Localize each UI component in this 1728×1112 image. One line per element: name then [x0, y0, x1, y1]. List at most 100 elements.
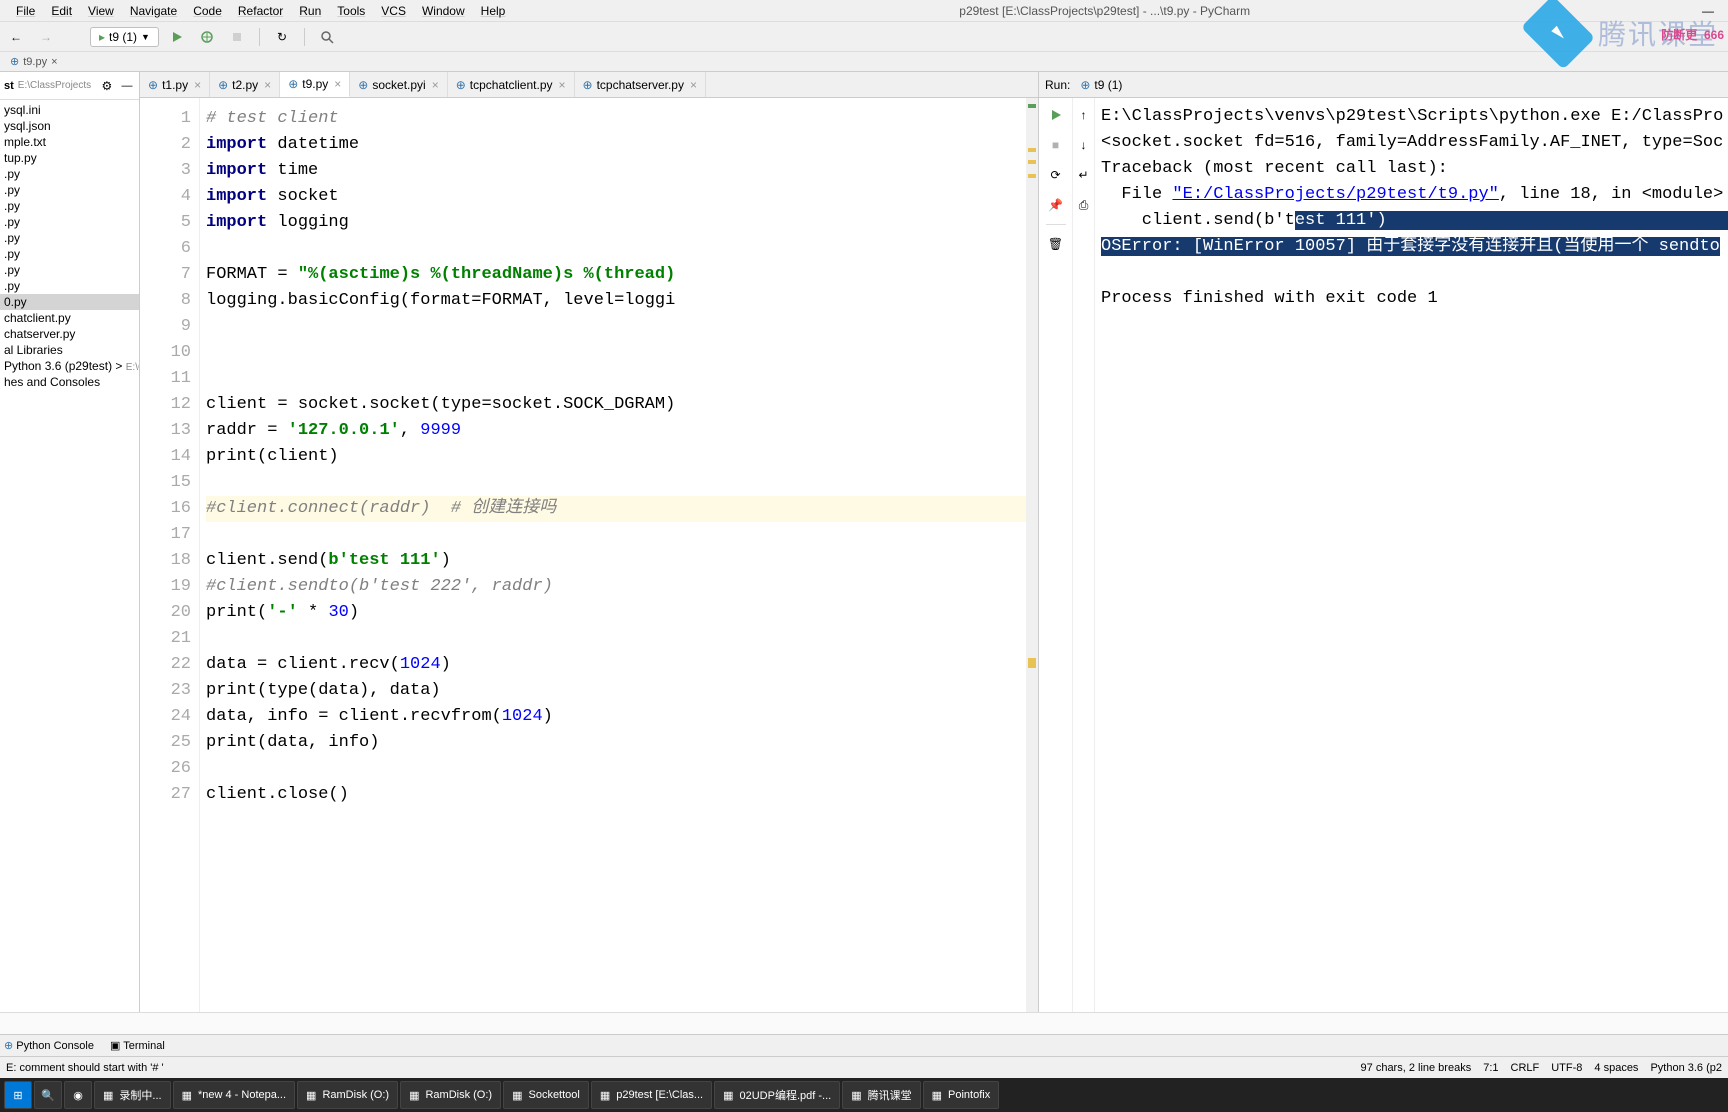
- menu-refactor[interactable]: Refactor: [230, 2, 291, 20]
- project-header: st E:\ClassProjects\p29test ⚙ —: [0, 72, 139, 100]
- editor-tab[interactable]: ⊕tcpchatserver.py×: [575, 72, 706, 97]
- marker-warn[interactable]: [1028, 658, 1036, 668]
- close-icon[interactable]: ×: [51, 56, 57, 68]
- tree-item[interactable]: hes and Consoles: [0, 374, 139, 390]
- print-icon[interactable]: ⎙: [1072, 194, 1096, 216]
- main-area: st E:\ClassProjects\p29test ⚙ — ysql.ini…: [0, 72, 1728, 1012]
- close-icon[interactable]: ×: [432, 78, 439, 92]
- menu-view[interactable]: View: [80, 2, 122, 20]
- tree-item[interactable]: mple.txt: [0, 134, 139, 150]
- down-icon[interactable]: ↓: [1072, 134, 1096, 156]
- close-icon[interactable]: ×: [559, 78, 566, 92]
- stop-icon[interactable]: ■: [1044, 134, 1068, 156]
- menu-edit[interactable]: Edit: [43, 2, 80, 20]
- tree-item[interactable]: .py: [0, 278, 139, 294]
- marker-warn[interactable]: [1028, 160, 1036, 164]
- rerun-icon[interactable]: [1044, 104, 1068, 126]
- project-panel: st E:\ClassProjects\p29test ⚙ — ysql.ini…: [0, 72, 140, 1012]
- tree-item[interactable]: .py: [0, 166, 139, 182]
- menu-help[interactable]: Help: [473, 2, 514, 20]
- editor-tab[interactable]: ⊕socket.pyi×: [350, 72, 447, 97]
- run-config-selector[interactable]: ▸ t9 (1) ▼: [90, 27, 159, 47]
- close-icon[interactable]: ×: [194, 78, 201, 92]
- close-icon[interactable]: ×: [334, 77, 341, 91]
- python-file-icon: ⊕: [148, 78, 158, 92]
- close-icon[interactable]: ×: [264, 78, 271, 92]
- menu-run[interactable]: Run: [291, 2, 329, 20]
- marker-strip[interactable]: [1026, 98, 1038, 1012]
- marker-warn[interactable]: [1028, 174, 1036, 178]
- menu-navigate[interactable]: Navigate: [122, 2, 185, 20]
- task-chrome-icon[interactable]: ◉: [64, 1081, 92, 1109]
- tree-item[interactable]: .py: [0, 230, 139, 246]
- tree-item[interactable]: .py: [0, 262, 139, 278]
- tree-item[interactable]: 0.py: [0, 294, 139, 310]
- code-area[interactable]: # test clientimport datetimeimport timei…: [200, 98, 1026, 1012]
- run-label: Run:: [1045, 78, 1070, 92]
- tree-item[interactable]: .py: [0, 246, 139, 262]
- run-output[interactable]: E:\ClassProjects\venvs\p29test\Scripts\p…: [1095, 98, 1728, 1012]
- status-cell[interactable]: 7:1: [1483, 1062, 1498, 1074]
- tree-item[interactable]: ysql.ini: [0, 102, 139, 118]
- status-cell[interactable]: Python 3.6 (p2: [1650, 1062, 1722, 1074]
- nav-tab[interactable]: ⊕ t9.py ×: [4, 53, 64, 70]
- minimize-icon[interactable]: —: [1696, 0, 1720, 22]
- status-cell[interactable]: 4 spaces: [1594, 1062, 1638, 1074]
- tree-item[interactable]: .py: [0, 214, 139, 230]
- taskbar-item[interactable]: ▦腾讯课堂: [842, 1081, 920, 1109]
- python-file-icon: ⊕: [288, 77, 298, 91]
- taskbar-item[interactable]: ▦Sockettool: [503, 1081, 589, 1109]
- wrap-icon[interactable]: ↵: [1072, 164, 1096, 186]
- marker-warn[interactable]: [1028, 148, 1036, 152]
- taskbar-item[interactable]: ▦RamDisk (O:): [400, 1081, 501, 1109]
- pin-icon[interactable]: 📌: [1044, 194, 1068, 216]
- editor-tab[interactable]: ⊕t2.py×: [210, 72, 280, 97]
- tree-item[interactable]: ysql.json: [0, 118, 139, 134]
- status-cell[interactable]: UTF-8: [1551, 1062, 1582, 1074]
- tree-item[interactable]: Python 3.6 (p29test) > E:\Class: [0, 358, 139, 374]
- python-file-icon: ⊕: [218, 78, 228, 92]
- update-button[interactable]: ↻: [270, 26, 294, 48]
- python-file-icon: ⊕: [583, 78, 593, 92]
- tree-item[interactable]: tup.py: [0, 150, 139, 166]
- taskbar-item[interactable]: ▦Pointofix: [923, 1081, 1000, 1109]
- status-cell[interactable]: 97 chars, 2 line breaks: [1361, 1062, 1472, 1074]
- project-tree[interactable]: ysql.iniysql.jsonmple.txttup.py.py.py.py…: [0, 100, 139, 1012]
- back-icon[interactable]: ←: [4, 26, 28, 48]
- editor-tab[interactable]: ⊕tcpchatclient.py×: [448, 72, 575, 97]
- menu-tools[interactable]: Tools: [329, 2, 373, 20]
- taskbar-item[interactable]: ▦p29test [E:\Clas...: [591, 1081, 712, 1109]
- app-icon: ▦: [512, 1089, 522, 1102]
- menu-vcs[interactable]: VCS: [373, 2, 414, 20]
- status-cell[interactable]: CRLF: [1511, 1062, 1540, 1074]
- terminal-tab[interactable]: ▣ Terminal: [110, 1039, 165, 1052]
- tree-item[interactable]: .py: [0, 182, 139, 198]
- tree-item[interactable]: .py: [0, 198, 139, 214]
- close-icon[interactable]: ×: [690, 78, 697, 92]
- menu-window[interactable]: Window: [414, 2, 473, 20]
- menu-file[interactable]: File: [8, 2, 43, 20]
- tree-item[interactable]: al Libraries: [0, 342, 139, 358]
- taskbar-item[interactable]: ▦录制中...: [94, 1081, 171, 1109]
- editor-tab[interactable]: ⊕t1.py×: [140, 72, 210, 97]
- stop-button[interactable]: [225, 26, 249, 48]
- restart-icon[interactable]: ⟳: [1044, 164, 1068, 186]
- taskbar-item[interactable]: ▦02UDP编程.pdf -...: [714, 1081, 840, 1109]
- menu-code[interactable]: Code: [185, 2, 230, 20]
- search-icon[interactable]: [315, 26, 339, 48]
- trash-icon[interactable]: 🗑: [1044, 233, 1068, 255]
- task-search-icon[interactable]: 🔍: [34, 1081, 62, 1109]
- taskbar-item[interactable]: ▦RamDisk (O:): [297, 1081, 398, 1109]
- python-console-tab[interactable]: ⊕ Python Console: [4, 1039, 94, 1052]
- tree-item[interactable]: chatclient.py: [0, 310, 139, 326]
- debug-button[interactable]: [195, 26, 219, 48]
- start-button[interactable]: ⊞: [4, 1081, 32, 1109]
- gear-icon[interactable]: ⚙: [99, 75, 115, 97]
- editor-body: 1234567891011121314151617181920212223242…: [140, 98, 1038, 1012]
- run-button[interactable]: [165, 26, 189, 48]
- tree-item[interactable]: chatserver.py: [0, 326, 139, 342]
- taskbar-item[interactable]: ▦*new 4 - Notepa...: [173, 1081, 295, 1109]
- collapse-icon[interactable]: —: [119, 75, 135, 97]
- up-icon[interactable]: ↑: [1072, 104, 1096, 126]
- editor-tab[interactable]: ⊕t9.py×: [280, 72, 350, 97]
